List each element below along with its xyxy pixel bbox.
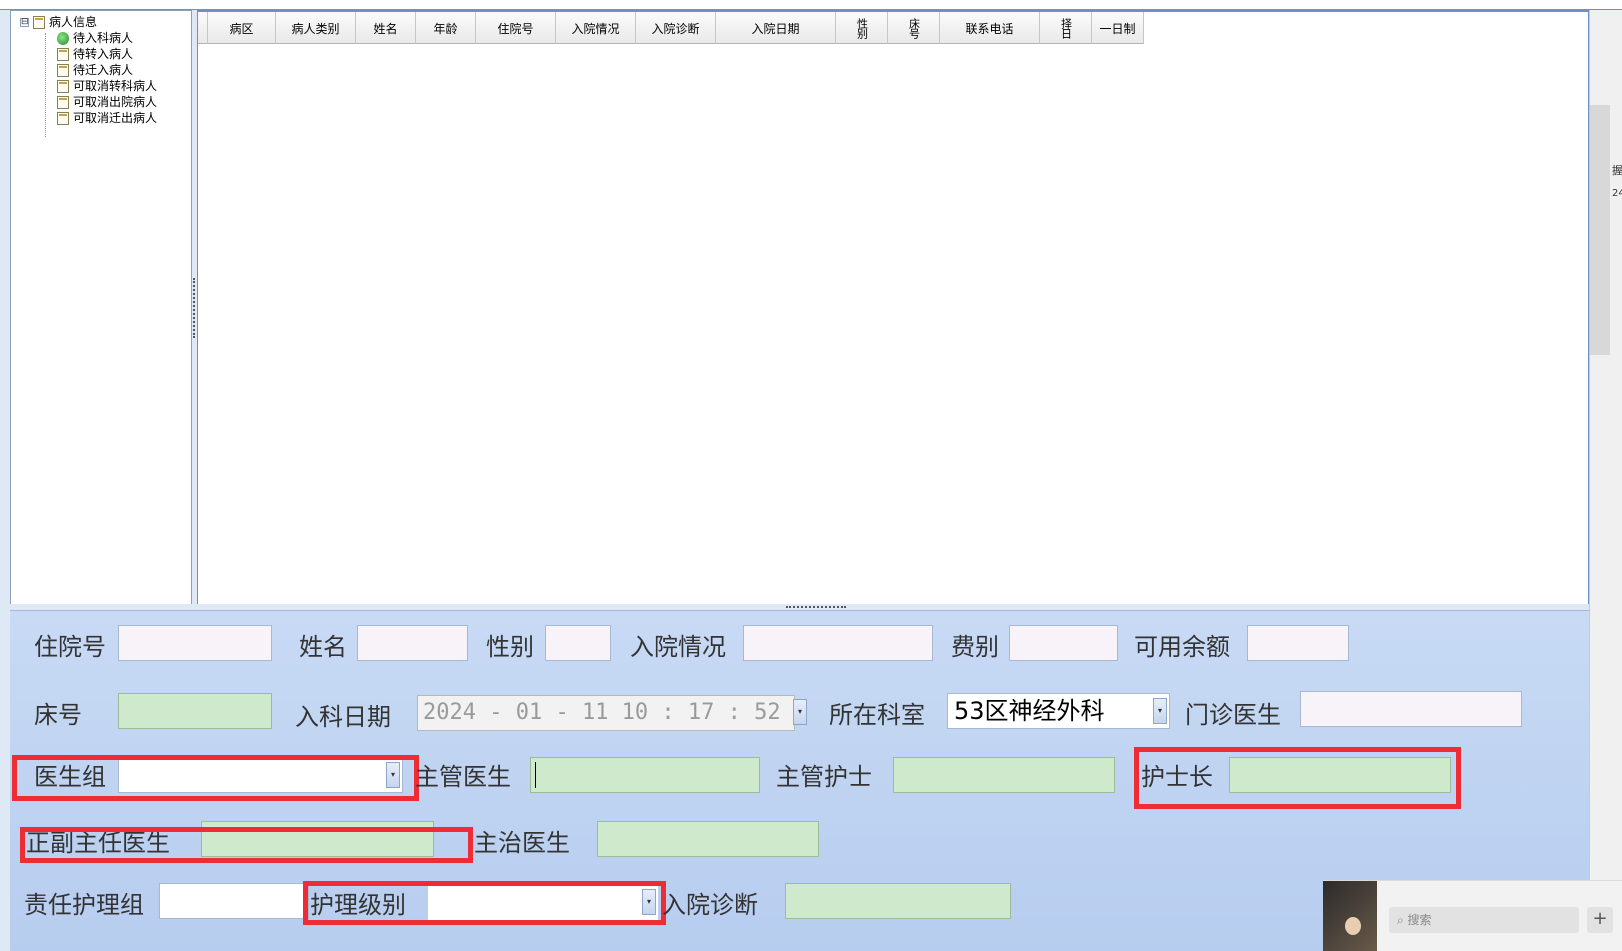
- admit-diagnosis-input[interactable]: [785, 883, 1011, 919]
- col-header-day-system[interactable]: 一日制: [1092, 12, 1144, 44]
- tree-item[interactable]: 可取消转科病人: [57, 78, 157, 94]
- attending-doctor-input[interactable]: [530, 757, 760, 793]
- chevron-down-icon[interactable]: ▾: [1153, 698, 1167, 724]
- grid-header: 病区 病人类别 姓名 年龄 住院号 入院情况 入院诊断 入院日期 性别 床号 联…: [198, 12, 1144, 44]
- tree-item-label: 可取消转科病人: [73, 79, 158, 93]
- label-admit-diagnosis: 入院诊断: [662, 891, 758, 919]
- label-fee-type: 费别: [951, 633, 999, 661]
- tree-connector: [45, 33, 46, 137]
- tree-root-label: 病人信息: [49, 15, 98, 29]
- department-select[interactable]: 53区神经外科 ▾: [947, 693, 1170, 729]
- chevron-down-icon[interactable]: ▾: [793, 699, 807, 725]
- name-input[interactable]: [357, 625, 468, 661]
- chat-search-input[interactable]: ⌕ 搜索: [1389, 907, 1579, 933]
- chat-search-placeholder: 搜索: [1407, 913, 1432, 927]
- dept-date-dropdown[interactable]: ▾: [791, 695, 807, 731]
- note-icon: [57, 63, 69, 77]
- label-sex: 性别: [486, 633, 534, 661]
- note-icon: [57, 79, 69, 93]
- check-icon: [57, 31, 69, 45]
- note-icon: [57, 47, 69, 61]
- tree-item-label: 可取消迁出病人: [73, 111, 158, 125]
- row-selector-header: [198, 12, 208, 44]
- highlight-box: [12, 755, 419, 801]
- fee-type-input[interactable]: [1009, 625, 1118, 661]
- highlight-box: [1134, 747, 1461, 809]
- collapse-toggle-icon[interactable]: ⊟: [20, 18, 29, 27]
- label-department: 所在科室: [829, 701, 925, 729]
- add-icon[interactable]: +: [1587, 907, 1613, 933]
- tree-item[interactable]: 待转入病人: [57, 46, 133, 62]
- nursing-group-input[interactable]: [159, 883, 309, 919]
- label-bed-no: 床号: [34, 701, 82, 729]
- highlight-box: [303, 881, 666, 925]
- label-inpatient-no: 住院号: [34, 633, 106, 661]
- search-icon: ⌕: [1397, 913, 1408, 927]
- treating-doctor-input[interactable]: [597, 821, 819, 857]
- dept-date-picker[interactable]: 2024 - 01 - 11 10 : 17 : 52: [417, 695, 795, 731]
- edge-text: 握: [1612, 164, 1622, 177]
- attending-nurse-input[interactable]: [893, 757, 1115, 793]
- col-header-bed[interactable]: 床号: [888, 12, 940, 44]
- patient-grid[interactable]: 病区 病人类别 姓名 年龄 住院号 入院情况 入院诊断 入院日期 性别 床号 联…: [197, 10, 1589, 606]
- tree-item-label: 待转入病人: [73, 47, 134, 61]
- tree-item-label: 待迁入病人: [73, 63, 134, 77]
- avatar-face: [1345, 917, 1361, 935]
- bed-no-input[interactable]: [118, 693, 272, 729]
- note-icon: [57, 111, 69, 125]
- note-icon: [33, 15, 45, 29]
- col-header-inpatient-no[interactable]: 住院号: [476, 12, 556, 44]
- col-header-name[interactable]: 姓名: [356, 12, 416, 44]
- highlight-box: [20, 827, 473, 863]
- admit-status-input[interactable]: [743, 625, 933, 661]
- note-icon: [57, 95, 69, 109]
- tree-item-label: 待入科病人: [73, 31, 134, 45]
- col-header-phone[interactable]: 联系电话: [940, 12, 1040, 44]
- tree-item[interactable]: 待迁入病人: [57, 62, 133, 78]
- label-attending-doctor: 主管医生: [415, 763, 511, 791]
- label-treating-doctor: 主治医生: [474, 829, 570, 857]
- app-window: ⊟ 病人信息 待入科病人 待转入病人 待迁入病人 可取消转科病人 可取消出院病人: [0, 0, 1622, 951]
- outpatient-doctor-input[interactable]: [1300, 691, 1522, 727]
- edge-text: 24: [1612, 188, 1622, 199]
- tree-root[interactable]: 病人信息: [33, 14, 97, 30]
- col-header-admit-status[interactable]: 入院情况: [556, 12, 636, 44]
- patient-tree[interactable]: ⊟ 病人信息 待入科病人 待转入病人 待迁入病人 可取消转科病人 可取消出院病人: [10, 10, 192, 606]
- col-header-select-day[interactable]: 择日: [1040, 12, 1092, 44]
- splitter-grip-icon[interactable]: [786, 606, 846, 609]
- tree-item-label: 可取消出院病人: [73, 95, 158, 109]
- toolbar-strip: [0, 0, 1622, 10]
- label-dept-date: 入科日期: [295, 703, 391, 731]
- text-caret: [535, 762, 536, 788]
- available-balance-input[interactable]: [1247, 625, 1349, 661]
- label-available-balance: 可用余额: [1134, 633, 1230, 661]
- right-scrollbar[interactable]: 握 24: [1589, 10, 1622, 951]
- col-header-age[interactable]: 年龄: [416, 12, 476, 44]
- tree-item[interactable]: 可取消迁出病人: [57, 110, 157, 126]
- label-admit-status: 入院情况: [630, 633, 726, 661]
- scrollbar-thumb[interactable]: [1590, 105, 1610, 355]
- chat-widget: ⌕ 搜索 +: [1323, 880, 1622, 951]
- label-name: 姓名: [299, 633, 347, 661]
- col-header-admit-diagnosis[interactable]: 入院诊断: [636, 12, 716, 44]
- avatar[interactable]: [1323, 881, 1377, 951]
- col-header-sex[interactable]: 性别: [836, 12, 888, 44]
- inpatient-no-input[interactable]: [118, 625, 272, 661]
- sex-input[interactable]: [545, 625, 611, 661]
- label-outpatient-doctor: 门诊医生: [1185, 701, 1281, 729]
- col-header-patient-type[interactable]: 病人类别: [276, 12, 356, 44]
- col-header-admit-date[interactable]: 入院日期: [716, 12, 836, 44]
- col-header-ward[interactable]: 病区: [208, 12, 276, 44]
- department-select-value: 53区神经外科: [954, 697, 1105, 725]
- tree-item[interactable]: 待入科病人: [57, 30, 133, 46]
- tree-item[interactable]: 可取消出院病人: [57, 94, 157, 110]
- label-attending-nurse: 主管护士: [776, 763, 872, 791]
- label-nursing-group: 责任护理组: [24, 891, 144, 919]
